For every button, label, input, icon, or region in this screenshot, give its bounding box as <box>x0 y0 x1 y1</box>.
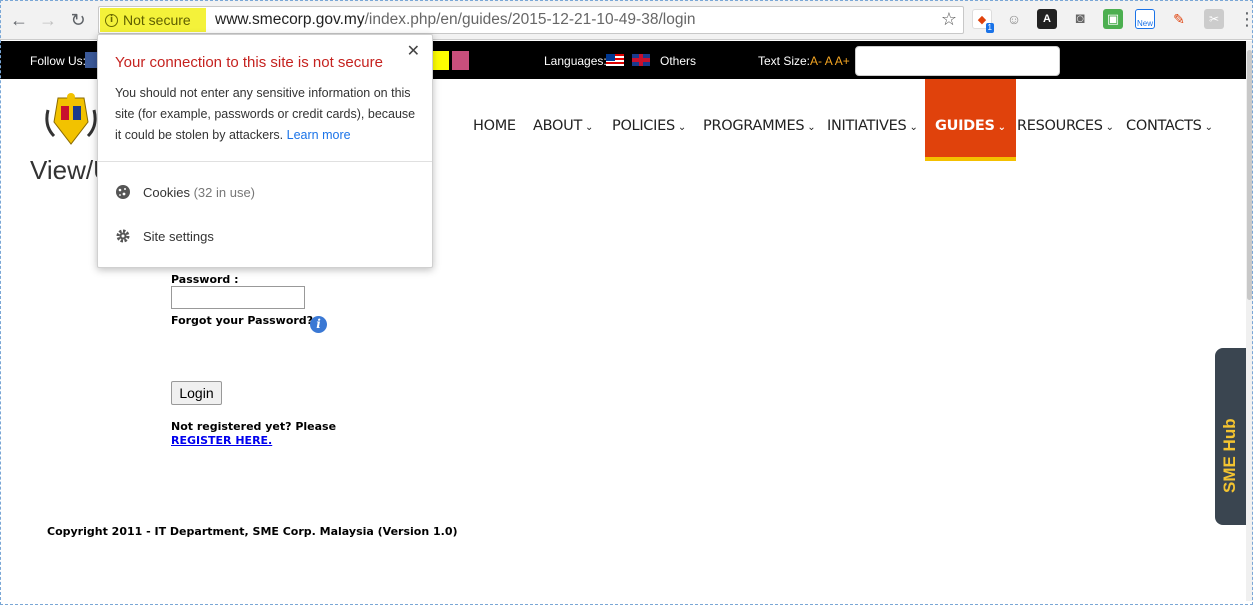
site-search-input[interactable] <box>855 46 1060 76</box>
browser-menu-icon[interactable]: ⋮ <box>1238 8 1253 30</box>
security-chip[interactable]: i Not secure <box>100 8 206 32</box>
password-field[interactable] <box>171 286 305 309</box>
extension-badge-icon[interactable]: ◆ 1 <box>972 9 994 33</box>
nav-initiatives[interactable]: INITIATIVES ⌄ <box>827 79 918 161</box>
copyright-text: Copyright 2011 - IT Department, SME Corp… <box>47 525 458 538</box>
forgot-password-label: Forgot your Password? <box>171 314 314 327</box>
forgot-password-info-icon[interactable]: i <box>310 316 327 333</box>
nav-resources[interactable]: RESOURCES ⌄ <box>1017 79 1114 161</box>
nav-home-label: HOME <box>473 118 516 134</box>
not-registered-text: Not registered yet? Please <box>171 420 337 433</box>
nav-guides-label: GUIDES <box>935 118 995 134</box>
address-bar[interactable]: i Not secure www.smecorp.gov.my/index.ph… <box>98 6 964 34</box>
cookie-icon <box>116 185 130 199</box>
popup-title: Your connection to this site is not secu… <box>115 54 383 71</box>
nav-about-label: ABOUT <box>533 118 582 134</box>
chevron-down-icon: ⌄ <box>1204 122 1213 133</box>
others-language-link[interactable]: Others <box>660 54 696 68</box>
learn-more-link[interactable]: Learn more <box>287 128 351 142</box>
gear-icon <box>116 229 130 243</box>
font-extension-icon[interactable]: A <box>1037 9 1057 29</box>
nav-guides[interactable]: GUIDES ⌄ <box>925 79 1016 161</box>
site-settings-row[interactable]: Site settings <box>115 228 214 244</box>
nav-programmes[interactable]: PROGRAMMES ⌄ <box>703 79 816 161</box>
languages-label: Languages: <box>544 54 607 68</box>
coat-of-arms-logo[interactable] <box>44 92 98 150</box>
popup-divider <box>98 161 432 162</box>
security-chip-label: Not secure <box>123 12 191 28</box>
cookies-label: Cookies <box>143 184 190 200</box>
nav-policies-label: POLICIES <box>612 118 675 134</box>
nav-resources-label: RESOURCES <box>1017 118 1103 134</box>
cookies-row[interactable]: Cookies (32 in use) <box>115 184 255 200</box>
extension-new-icon[interactable]: New <box>1135 9 1155 29</box>
nav-home[interactable]: HOME <box>473 79 516 161</box>
nav-contacts[interactable]: CONTACTS ⌄ <box>1126 79 1213 161</box>
text-size-label: Text Size: <box>758 54 811 68</box>
text-size-larger[interactable]: A+ <box>835 54 850 68</box>
url-text[interactable]: www.smecorp.gov.my/index.php/en/guides/2… <box>215 11 696 29</box>
follow-us-label: Follow Us: <box>30 54 87 68</box>
cookies-count: (32 in use) <box>193 184 256 200</box>
register-link[interactable]: REGISTER HERE. <box>171 434 272 447</box>
theme-swatch-pink[interactable] <box>452 51 469 70</box>
chevron-down-icon: ⌄ <box>585 122 594 133</box>
nav-contacts-label: CONTACTS <box>1126 118 1202 134</box>
nav-initiatives-label: INITIATIVES <box>827 118 907 134</box>
camera-extension-icon[interactable]: ◙ <box>1070 9 1090 29</box>
forward-button[interactable]: → <box>37 9 59 31</box>
chevron-down-icon: ⌄ <box>807 122 816 133</box>
url-path: /index.php/en/guides/2015-12-21-10-49-38… <box>364 11 696 28</box>
theme-swatch-yellow[interactable] <box>432 51 449 70</box>
text-size-normal[interactable]: A <box>825 54 832 68</box>
close-icon[interactable]: ✕ <box>407 41 420 61</box>
pencil-extension-icon[interactable]: ✎ <box>1169 9 1189 29</box>
bookmark-star-icon[interactable]: ☆ <box>941 9 957 30</box>
ghost-extension-icon[interactable]: ☺ <box>1004 9 1024 29</box>
site-settings-label: Site settings <box>143 228 214 244</box>
uk-flag-icon[interactable] <box>632 54 650 66</box>
facebook-icon[interactable] <box>85 52 97 68</box>
extension-new-label: New <box>1136 19 1153 28</box>
url-host: www.smecorp.gov.my <box>215 11 365 28</box>
popup-body-text: You should not enter any sensitive infor… <box>115 86 416 142</box>
extension-badge-count: 1 <box>985 23 994 33</box>
chevron-down-icon: ⌄ <box>1105 122 1114 133</box>
text-size-control: Text Size:A- A A+ <box>758 54 850 68</box>
sme-hub-tab[interactable]: SME Hub <box>1215 348 1247 525</box>
popup-body: You should not enter any sensitive infor… <box>115 83 420 146</box>
malaysia-flag-icon[interactable] <box>606 54 624 66</box>
text-size-smaller[interactable]: A- <box>810 54 822 68</box>
nav-programmes-label: PROGRAMMES <box>703 118 805 134</box>
password-label: Password : <box>171 273 239 286</box>
back-button[interactable]: ← <box>8 9 30 31</box>
pdf-extension-icon[interactable]: ✂ <box>1204 9 1224 29</box>
nav-about[interactable]: ABOUT ⌄ <box>533 79 593 161</box>
info-icon: i <box>105 13 118 27</box>
site-info-popup: ✕ Your connection to this site is not se… <box>97 34 433 268</box>
scrollbar-thumb[interactable] <box>1247 50 1252 300</box>
chevron-down-icon: ⌄ <box>909 122 918 133</box>
chevron-down-icon: ⌄ <box>997 122 1006 133</box>
print-extension-icon[interactable]: ▣ <box>1103 9 1123 29</box>
login-button[interactable]: Login <box>171 381 222 405</box>
nav-policies[interactable]: POLICIES ⌄ <box>612 79 686 161</box>
sme-hub-label: SME Hub <box>1220 418 1239 493</box>
reload-button[interactable]: ↻ <box>67 9 89 31</box>
chevron-down-icon: ⌄ <box>677 122 686 133</box>
